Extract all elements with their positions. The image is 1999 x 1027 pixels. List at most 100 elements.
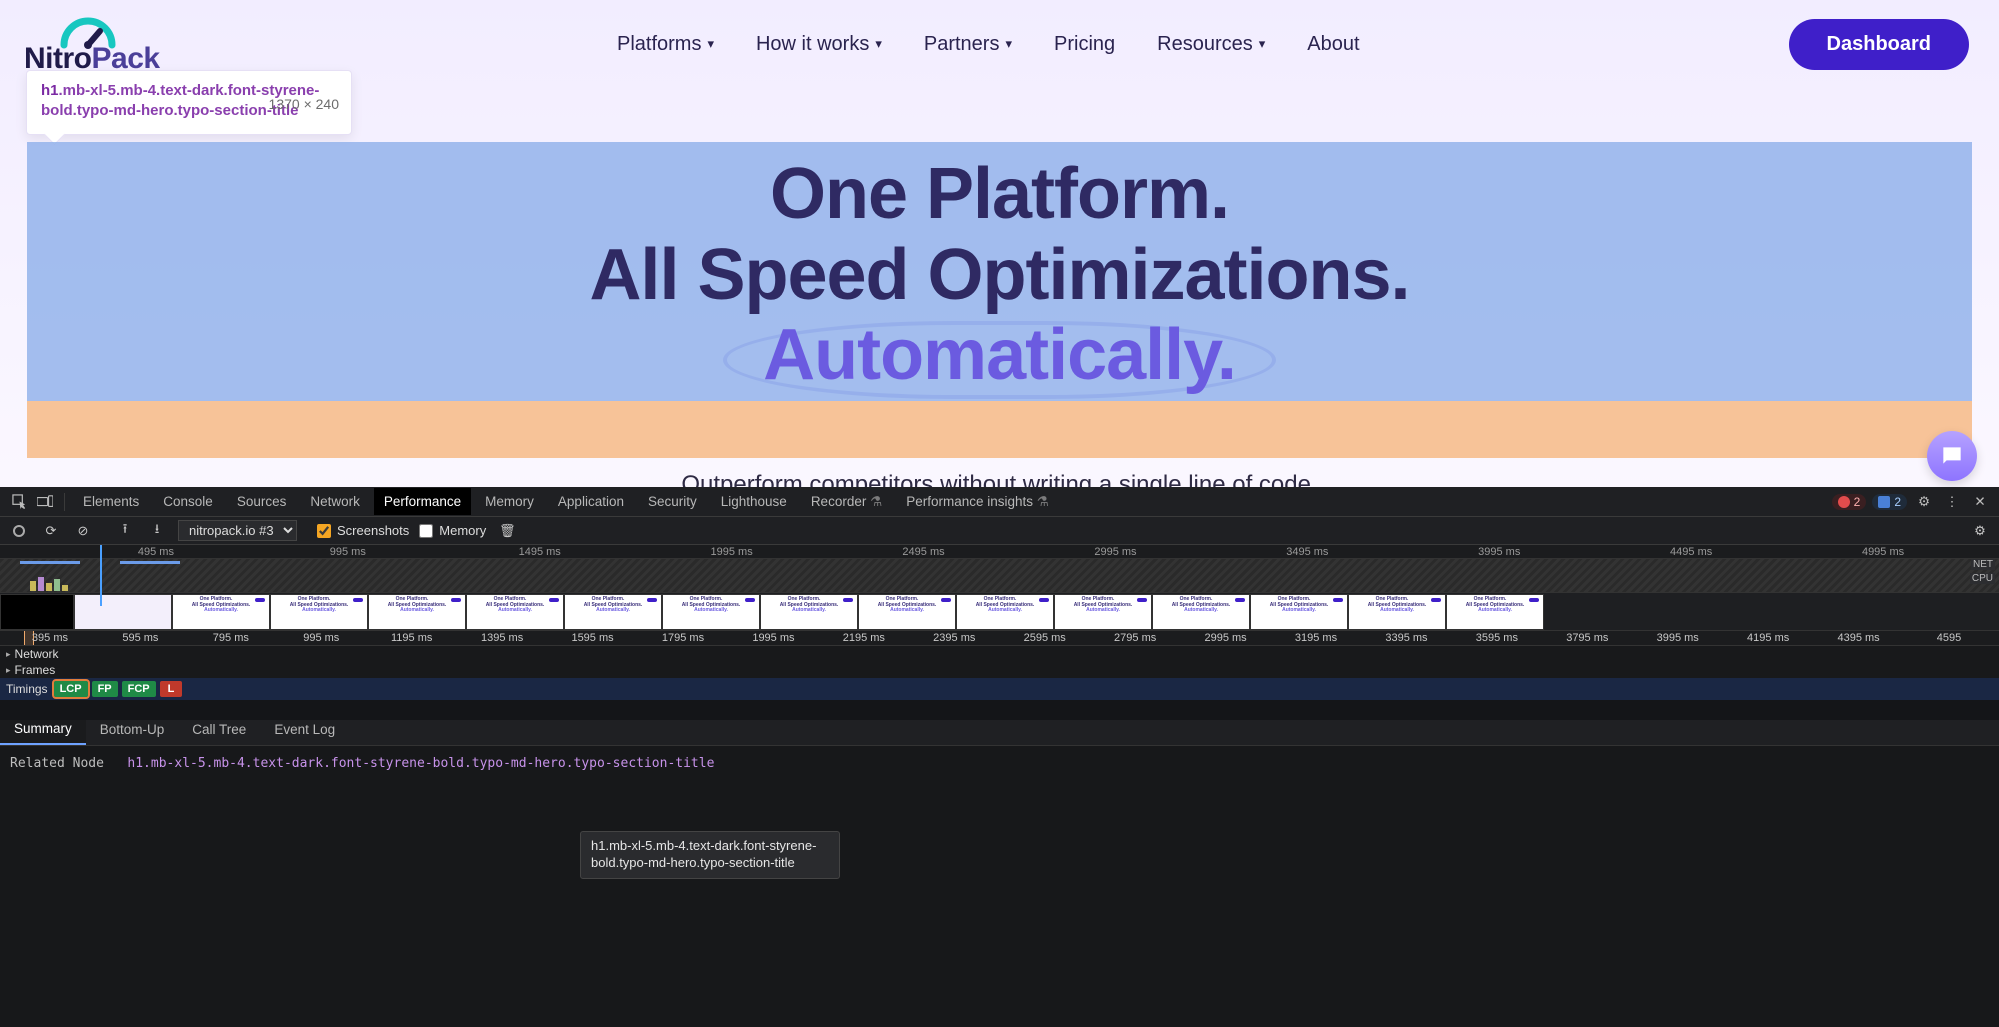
tick: 4195 ms (1747, 632, 1789, 644)
frames-track-header[interactable]: ▸Frames (0, 662, 1999, 678)
capture-settings-icon[interactable]: ⚙ (1969, 520, 1991, 542)
error-count-badge[interactable]: 2 (1832, 494, 1867, 510)
garbage-collect-icon[interactable]: 🗑 (496, 520, 518, 542)
chevron-down-icon: ▾ (875, 36, 882, 52)
tick: 1995 ms (711, 546, 753, 558)
screenshot-thumb[interactable] (0, 594, 74, 630)
screenshot-thumb[interactable]: One Platform.All Speed Optimizations.Aut… (1152, 594, 1250, 630)
screenshot-thumb[interactable]: One Platform.All Speed Optimizations.Aut… (564, 594, 662, 630)
clear-button[interactable]: ⊘ (72, 520, 94, 542)
flame-tracks[interactable]: ▸Network ▸Frames Timings LCP FP FCP L h1… (0, 646, 1999, 714)
settings-gear-icon[interactable]: ⚙ (1913, 491, 1935, 513)
timings-label: Timings (6, 682, 48, 696)
memory-checkbox[interactable]: Memory (419, 523, 486, 538)
overview-ruler[interactable]: 495 ms 995 ms 1495 ms 1995 ms 2495 ms 29… (0, 545, 1999, 559)
tick: 1795 ms (662, 632, 704, 644)
nav-about[interactable]: About (1307, 33, 1359, 56)
screenshot-thumb[interactable]: One Platform.All Speed Optimizations.Aut… (172, 594, 270, 630)
net-lane-label: NET (1971, 559, 1995, 570)
flask-icon: ⚗ (1037, 494, 1049, 509)
screenshot-thumb[interactable]: One Platform.All Speed Optimizations.Aut… (760, 594, 858, 630)
screenshot-thumb[interactable]: One Platform.All Speed Optimizations.Aut… (662, 594, 760, 630)
tab-sources[interactable]: Sources (227, 488, 297, 515)
related-node-label: Related Node (10, 756, 104, 771)
tab-performance-insights[interactable]: Performance insights ⚗ (896, 488, 1059, 516)
overview-selection-start[interactable] (100, 545, 102, 606)
screenshot-thumb[interactable]: One Platform.All Speed Optimizations.Aut… (1446, 594, 1544, 630)
tick: 3495 ms (1286, 546, 1328, 558)
detail-ruler[interactable]: 395 ms595 ms795 ms995 ms1195 ms1395 ms15… (0, 631, 1999, 646)
tick: 495 ms (138, 546, 174, 558)
tick: 995 ms (303, 632, 339, 644)
intercom-launcher[interactable] (1927, 431, 1977, 481)
site-header: NitroPack Platforms▾ How it works▾ Partn… (0, 0, 1999, 78)
overview-strip[interactable]: CPU NET (0, 559, 1999, 593)
tick: 2995 ms (1094, 546, 1136, 558)
screenshot-thumb[interactable]: One Platform.All Speed Optimizations.Aut… (956, 594, 1054, 630)
screenshot-thumb[interactable]: One Platform.All Speed Optimizations.Aut… (368, 594, 466, 630)
lcp-hover-tooltip: h1.mb-xl-5.mb-4.text-dark.font-styrene-b… (580, 831, 840, 879)
screenshot-thumb[interactable]: One Platform.All Speed Optimizations.Aut… (1250, 594, 1348, 630)
tick: 3595 ms (1476, 632, 1518, 644)
timings-track[interactable]: Timings LCP FP FCP L (0, 678, 1999, 700)
main-nav: Platforms▾ How it works▾ Partners▾ Prici… (617, 33, 1360, 56)
tick: 2595 ms (1024, 632, 1066, 644)
screenshot-thumb[interactable]: One Platform.All Speed Optimizations.Aut… (466, 594, 564, 630)
more-menu-icon[interactable]: ⋮ (1941, 491, 1963, 513)
tab-network[interactable]: Network (300, 488, 370, 515)
tick: 3795 ms (1566, 632, 1608, 644)
summary-pane: Related Node h1.mb-xl-5.mb-4.text-dark.f… (0, 746, 1999, 1027)
tick: 4995 ms (1862, 546, 1904, 558)
nav-how-it-works[interactable]: How it works▾ (756, 33, 882, 56)
screenshots-strip[interactable]: /* populated below */ One Platform.All S… (0, 593, 1999, 631)
screenshot-thumb[interactable]: One Platform.All Speed Optimizations.Aut… (270, 594, 368, 630)
tab-application[interactable]: Application (548, 488, 634, 515)
tick: 595 ms (122, 632, 158, 644)
load-badge[interactable]: L (160, 681, 183, 697)
fp-badge[interactable]: FP (92, 681, 118, 697)
screenshot-thumb[interactable] (74, 594, 172, 630)
nav-pricing[interactable]: Pricing (1054, 33, 1115, 56)
nav-resources[interactable]: Resources▾ (1157, 33, 1265, 56)
hero-title: One Platform. All Speed Optimizations. A… (27, 154, 1972, 396)
screenshots-checkbox[interactable]: Screenshots (317, 523, 409, 538)
tab-security[interactable]: Security (638, 488, 707, 515)
error-dot-icon (1838, 496, 1850, 508)
message-count-badge[interactable]: 2 (1872, 494, 1907, 510)
tab-performance[interactable]: Performance (374, 488, 471, 515)
performance-toolbar: ⟳ ⊘ ⭱ ⭳ nitropack.io #3 Screenshots Memo… (0, 517, 1999, 545)
tick: 1995 ms (752, 632, 794, 644)
tab-recorder[interactable]: Recorder ⚗ (801, 488, 892, 516)
tab-lighthouse[interactable]: Lighthouse (711, 488, 797, 515)
tick: 395 ms (32, 632, 68, 644)
tick: 1495 ms (519, 546, 561, 558)
margin-overlay (27, 401, 1972, 458)
tab-memory[interactable]: Memory (475, 488, 544, 515)
network-track-header[interactable]: ▸Network (0, 646, 1999, 662)
tick: 4395 ms (1837, 632, 1879, 644)
dashboard-button[interactable]: Dashboard (1789, 19, 1969, 70)
chat-icon (1939, 443, 1965, 469)
record-button[interactable] (8, 520, 30, 542)
screenshot-thumb[interactable]: One Platform.All Speed Optimizations.Aut… (1054, 594, 1152, 630)
nav-platforms[interactable]: Platforms▾ (617, 33, 714, 56)
save-profile-icon[interactable]: ⭳ (146, 520, 168, 542)
tab-console[interactable]: Console (153, 488, 223, 515)
lcp-badge[interactable]: LCP (54, 681, 88, 697)
related-node-link[interactable]: h1.mb-xl-5.mb-4.text-dark.font-styrene-b… (127, 756, 714, 771)
profile-selector[interactable]: nitropack.io #3 (178, 520, 297, 541)
tick: 795 ms (213, 632, 249, 644)
tab-elements[interactable]: Elements (73, 488, 149, 515)
screenshot-thumb[interactable]: One Platform.All Speed Optimizations.Aut… (858, 594, 956, 630)
device-toolbar-icon[interactable] (34, 491, 56, 513)
close-devtools-icon[interactable]: ✕ (1969, 491, 1991, 513)
fcp-badge[interactable]: FCP (122, 681, 156, 697)
load-profile-icon[interactable]: ⭱ (114, 520, 136, 542)
collapse-triangle-icon: ▸ (6, 665, 11, 676)
screenshot-thumb[interactable]: One Platform.All Speed Optimizations.Aut… (1348, 594, 1446, 630)
tick: 3995 ms (1657, 632, 1699, 644)
nav-partners[interactable]: Partners▾ (924, 33, 1012, 56)
reload-record-button[interactable]: ⟳ (40, 520, 62, 542)
inspect-element-icon[interactable] (8, 491, 30, 513)
tick: 3995 ms (1478, 546, 1520, 558)
